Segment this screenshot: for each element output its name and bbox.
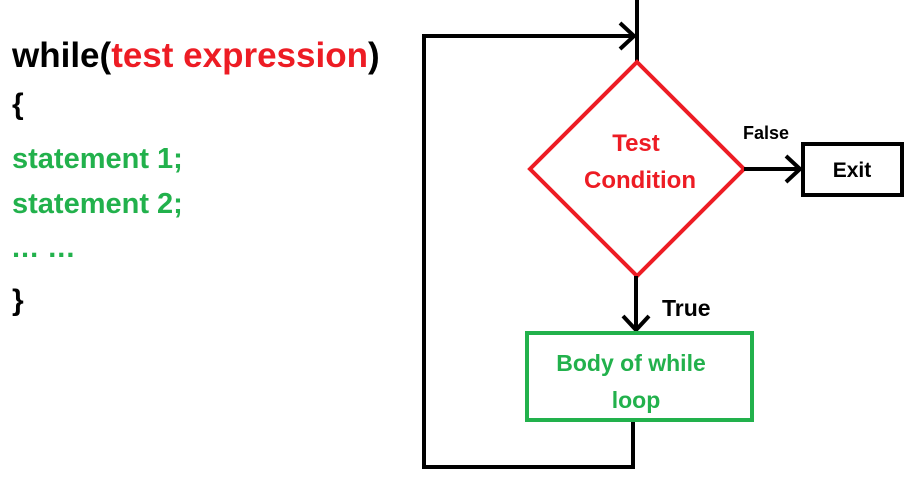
condition-text-line2: Condition bbox=[584, 167, 696, 194]
loop-body-line1: Body of while bbox=[556, 350, 706, 376]
loop-body-line2: loop bbox=[612, 387, 661, 413]
while-loop-flowchart: Test Condition False Exit True Body of w… bbox=[422, 0, 904, 469]
condition-text-line1: Test bbox=[612, 130, 660, 157]
false-label: False bbox=[743, 123, 789, 143]
exit-label: Exit bbox=[833, 159, 872, 182]
true-label: True bbox=[662, 295, 711, 321]
